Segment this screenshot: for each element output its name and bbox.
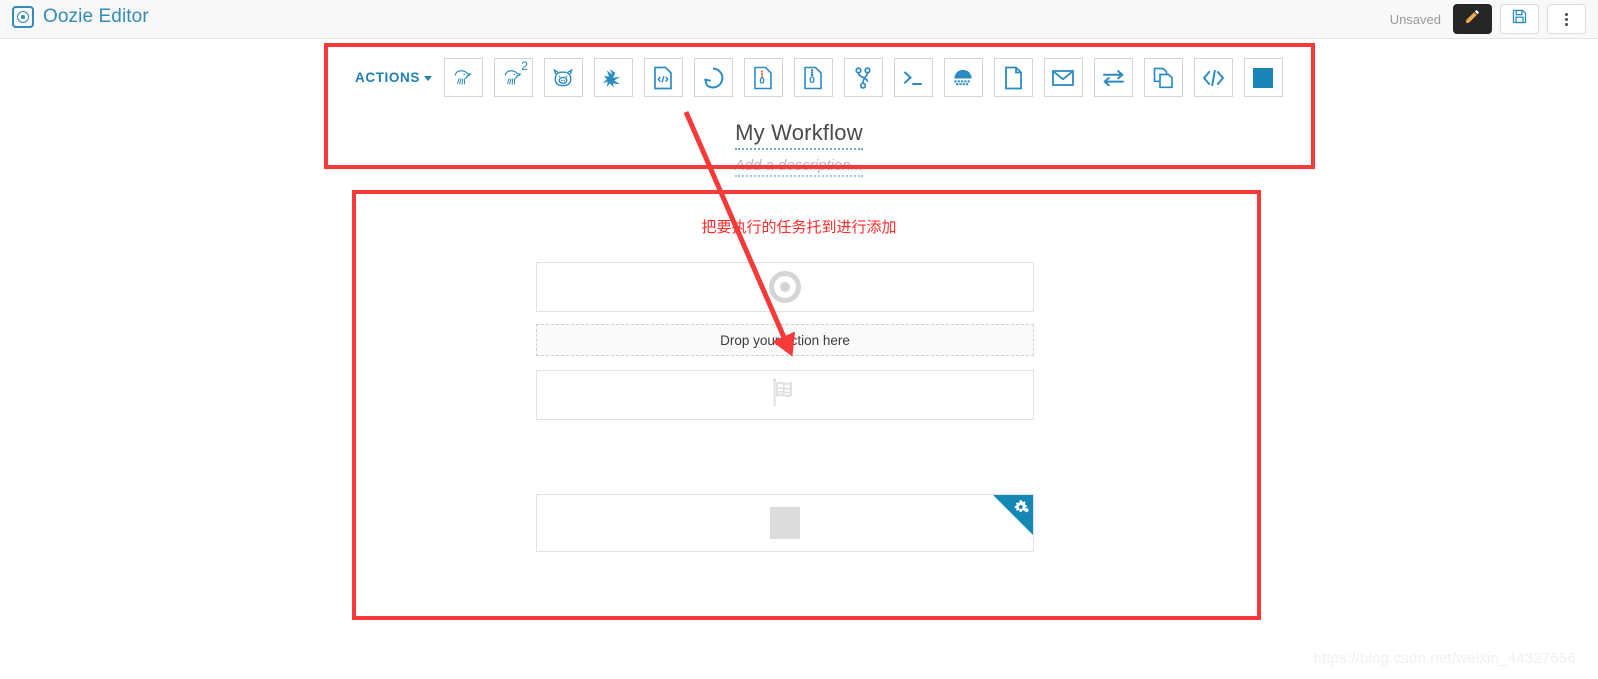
more-options-button[interactable]	[1547, 4, 1586, 34]
kill-square-icon	[770, 507, 800, 539]
floppy-disk-icon	[1511, 8, 1528, 30]
transfer-arrows-icon	[1101, 68, 1126, 88]
action-tile-email[interactable]	[1043, 58, 1083, 97]
oozie-circle-icon	[12, 6, 34, 28]
status-badge: Unsaved	[1389, 11, 1441, 27]
start-circle-icon	[769, 271, 801, 303]
pencil-icon	[1464, 8, 1481, 30]
edit-button[interactable]	[1453, 4, 1492, 34]
save-button[interactable]	[1500, 4, 1539, 34]
action-tile-hive2[interactable]: 2	[493, 58, 533, 97]
hive2-badge: 2	[521, 59, 528, 73]
hive-elephant-icon	[451, 67, 475, 89]
code-brackets-icon	[1201, 68, 1226, 88]
compressed-document-icon	[802, 66, 824, 90]
action-tile-streaming[interactable]	[1093, 58, 1133, 97]
workflow-node-start[interactable]	[536, 262, 1034, 312]
pig-icon	[551, 67, 575, 89]
copy-documents-icon	[1152, 66, 1175, 89]
drop-zone-label: Drop your action here	[720, 332, 850, 348]
action-tile-kill[interactable]	[1243, 58, 1283, 97]
workflow-node-kill[interactable]	[536, 494, 1034, 552]
vertical-ellipsis-icon	[1565, 12, 1568, 26]
action-tile-impala[interactable]	[793, 58, 833, 97]
workflow-node-end[interactable]	[536, 370, 1034, 420]
action-tile-generic[interactable]	[1193, 58, 1233, 97]
workflow-description-input[interactable]: Add a description...	[734, 157, 864, 177]
action-tile-hbase[interactable]	[743, 58, 783, 97]
action-drop-zone[interactable]: Drop your action here	[536, 324, 1034, 356]
sqoop-circle-icon	[701, 66, 725, 90]
gears-icon[interactable]	[1013, 499, 1030, 521]
action-tile-hive[interactable]	[443, 58, 483, 97]
action-tile-git[interactable]	[843, 58, 883, 97]
action-tile-sqoop[interactable]	[693, 58, 733, 97]
action-tile-fs[interactable]	[993, 58, 1033, 97]
spark-star-icon	[601, 66, 626, 89]
app-brand[interactable]: Oozie Editor	[12, 6, 149, 28]
git-branch-icon	[853, 66, 873, 90]
checkered-flag-icon	[768, 376, 802, 415]
action-tile-pig[interactable]	[543, 58, 583, 97]
action-tile-subworkflow[interactable]	[1143, 58, 1183, 97]
hbase-document-icon	[752, 66, 774, 90]
action-tile-spark[interactable]	[593, 58, 633, 97]
file-icon	[1003, 66, 1024, 90]
workflow-meta: My Workflow Add a description...	[0, 120, 1598, 177]
actions-dropdown[interactable]: ACTIONS	[355, 70, 432, 85]
action-tile-distcp[interactable]	[943, 58, 983, 97]
app-header: Oozie Editor Unsaved	[0, 0, 1598, 39]
header-actions: Unsaved	[1390, 4, 1586, 34]
envelope-icon	[1051, 68, 1075, 88]
workflow-name-input[interactable]: My Workflow	[735, 120, 863, 150]
actions-dropdown-label: ACTIONS	[355, 70, 420, 85]
terminal-prompt-icon	[901, 68, 925, 88]
blue-square-icon	[1252, 67, 1274, 89]
chevron-down-icon	[423, 76, 432, 81]
action-tile-shell[interactable]	[893, 58, 933, 97]
code-document-icon	[652, 66, 674, 90]
actions-toolbar: ACTIONS 2	[355, 58, 1294, 97]
page-title: Oozie Editor	[43, 6, 149, 27]
distcp-arch-icon	[951, 67, 975, 89]
annotation-note: 把要执行的任务托到进行添加	[701, 218, 897, 236]
watermark-text: https://blog.csdn.net/weixin_44327656	[1313, 650, 1576, 667]
action-tile-java[interactable]	[643, 58, 683, 97]
